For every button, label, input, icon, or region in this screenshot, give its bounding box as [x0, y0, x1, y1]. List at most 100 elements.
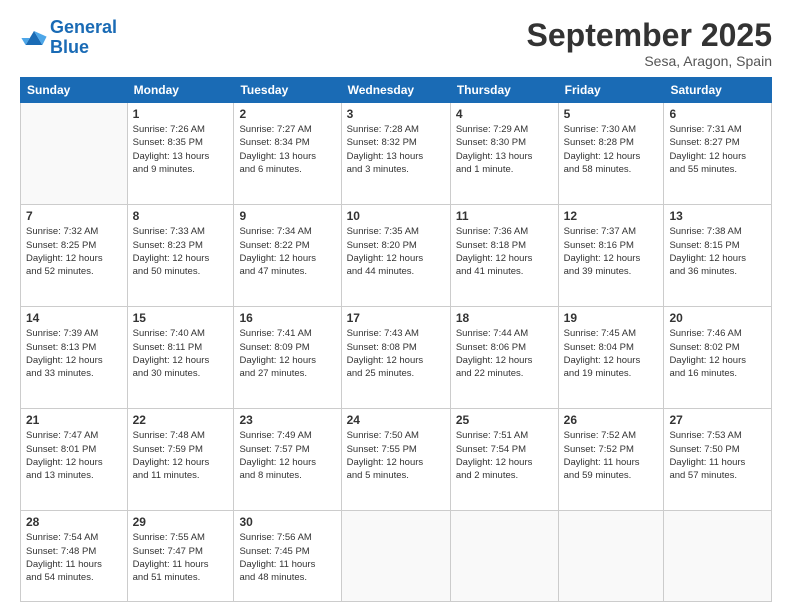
day-number: 2 [239, 107, 335, 121]
day-info: Sunrise: 7:39 AMSunset: 8:13 PMDaylight:… [26, 327, 122, 380]
day-number: 11 [456, 209, 553, 223]
day-number: 1 [133, 107, 229, 121]
calendar-cell: 6 Sunrise: 7:31 AMSunset: 8:27 PMDaylight… [664, 103, 772, 205]
day-info: Sunrise: 7:48 AMSunset: 7:59 PMDaylight:… [133, 429, 229, 482]
day-number: 25 [456, 413, 553, 427]
day-number: 20 [669, 311, 766, 325]
calendar-cell: 26 Sunrise: 7:52 AMSunset: 7:52 PMDayligh… [558, 409, 664, 511]
day-number: 22 [133, 413, 229, 427]
day-info: Sunrise: 7:34 AMSunset: 8:22 PMDaylight:… [239, 225, 335, 278]
calendar-cell: 22 Sunrise: 7:48 AMSunset: 7:59 PMDayligh… [127, 409, 234, 511]
day-number: 24 [347, 413, 445, 427]
day-info: Sunrise: 7:53 AMSunset: 7:50 PMDaylight:… [669, 429, 766, 482]
day-info: Sunrise: 7:40 AMSunset: 8:11 PMDaylight:… [133, 327, 229, 380]
logo-blue: Blue [50, 37, 89, 57]
day-info: Sunrise: 7:38 AMSunset: 8:15 PMDaylight:… [669, 225, 766, 278]
day-info: Sunrise: 7:35 AMSunset: 8:20 PMDaylight:… [347, 225, 445, 278]
day-info: Sunrise: 7:54 AMSunset: 7:48 PMDaylight:… [26, 531, 122, 584]
weekday-tuesday: Tuesday [234, 78, 341, 103]
calendar-cell: 20 Sunrise: 7:46 AMSunset: 8:02 PMDayligh… [664, 307, 772, 409]
day-number: 21 [26, 413, 122, 427]
day-info: Sunrise: 7:26 AMSunset: 8:35 PMDaylight:… [133, 123, 229, 176]
day-number: 10 [347, 209, 445, 223]
day-number: 16 [239, 311, 335, 325]
day-info: Sunrise: 7:33 AMSunset: 8:23 PMDaylight:… [133, 225, 229, 278]
calendar-cell: 7 Sunrise: 7:32 AMSunset: 8:25 PMDaylight… [21, 205, 128, 307]
calendar-cell [664, 511, 772, 602]
calendar-cell: 1 Sunrise: 7:26 AMSunset: 8:35 PMDaylight… [127, 103, 234, 205]
calendar-cell: 15Sunrise: 7:40 AMSunset: 8:11 PMDayligh… [127, 307, 234, 409]
logo: General Blue [20, 18, 117, 58]
week-row-0: 1 Sunrise: 7:26 AMSunset: 8:35 PMDaylight… [21, 103, 772, 205]
calendar-cell [450, 511, 558, 602]
calendar-cell: 16 Sunrise: 7:41 AMSunset: 8:09 PMDayligh… [234, 307, 341, 409]
calendar-cell: 23 Sunrise: 7:49 AMSunset: 7:57 PMDayligh… [234, 409, 341, 511]
week-row-1: 7 Sunrise: 7:32 AMSunset: 8:25 PMDaylight… [21, 205, 772, 307]
page: General Blue September 2025 Sesa, Aragon… [0, 0, 792, 612]
logo-general: General [50, 17, 117, 37]
day-number: 27 [669, 413, 766, 427]
day-info: Sunrise: 7:28 AMSunset: 8:32 PMDaylight:… [347, 123, 445, 176]
calendar-cell: 29 Sunrise: 7:55 AMSunset: 7:47 PMDayligh… [127, 511, 234, 602]
day-info: Sunrise: 7:41 AMSunset: 8:09 PMDaylight:… [239, 327, 335, 380]
day-info: Sunrise: 7:37 AMSunset: 8:16 PMDaylight:… [564, 225, 659, 278]
calendar-cell: 4 Sunrise: 7:29 AMSunset: 8:30 PMDaylight… [450, 103, 558, 205]
header: General Blue September 2025 Sesa, Aragon… [20, 18, 772, 69]
day-info: Sunrise: 7:45 AMSunset: 8:04 PMDaylight:… [564, 327, 659, 380]
day-info: Sunrise: 7:30 AMSunset: 8:28 PMDaylight:… [564, 123, 659, 176]
calendar-cell: 18Sunrise: 7:44 AMSunset: 8:06 PMDayligh… [450, 307, 558, 409]
day-number: 23 [239, 413, 335, 427]
day-number: 17 [347, 311, 445, 325]
calendar-cell: 27 Sunrise: 7:53 AMSunset: 7:50 PMDayligh… [664, 409, 772, 511]
day-info: Sunrise: 7:51 AMSunset: 7:54 PMDaylight:… [456, 429, 553, 482]
week-row-3: 21 Sunrise: 7:47 AMSunset: 8:01 PMDayligh… [21, 409, 772, 511]
day-info: Sunrise: 7:52 AMSunset: 7:52 PMDaylight:… [564, 429, 659, 482]
day-info: Sunrise: 7:31 AMSunset: 8:27 PMDaylight:… [669, 123, 766, 176]
weekday-friday: Friday [558, 78, 664, 103]
day-info: Sunrise: 7:36 AMSunset: 8:18 PMDaylight:… [456, 225, 553, 278]
month-title: September 2025 [527, 18, 772, 53]
title-block: September 2025 Sesa, Aragon, Spain [527, 18, 772, 69]
day-number: 7 [26, 209, 122, 223]
day-number: 6 [669, 107, 766, 121]
day-number: 30 [239, 515, 335, 529]
calendar-cell: 5 Sunrise: 7:30 AMSunset: 8:28 PMDaylight… [558, 103, 664, 205]
weekday-monday: Monday [127, 78, 234, 103]
day-number: 4 [456, 107, 553, 121]
calendar-cell: 24 Sunrise: 7:50 AMSunset: 7:55 PMDayligh… [341, 409, 450, 511]
day-info: Sunrise: 7:43 AMSunset: 8:08 PMDaylight:… [347, 327, 445, 380]
calendar-cell: 30Sunrise: 7:56 AMSunset: 7:45 PMDayligh… [234, 511, 341, 602]
calendar-cell: 19 Sunrise: 7:45 AMSunset: 8:04 PMDayligh… [558, 307, 664, 409]
day-number: 19 [564, 311, 659, 325]
calendar-cell: 11 Sunrise: 7:36 AMSunset: 8:18 PMDayligh… [450, 205, 558, 307]
weekday-wednesday: Wednesday [341, 78, 450, 103]
calendar-cell: 21 Sunrise: 7:47 AMSunset: 8:01 PMDayligh… [21, 409, 128, 511]
day-info: Sunrise: 7:46 AMSunset: 8:02 PMDaylight:… [669, 327, 766, 380]
day-number: 5 [564, 107, 659, 121]
day-info: Sunrise: 7:32 AMSunset: 8:25 PMDaylight:… [26, 225, 122, 278]
weekday-header-row: SundayMondayTuesdayWednesdayThursdayFrid… [21, 78, 772, 103]
day-info: Sunrise: 7:47 AMSunset: 8:01 PMDaylight:… [26, 429, 122, 482]
day-number: 14 [26, 311, 122, 325]
day-number: 26 [564, 413, 659, 427]
weekday-sunday: Sunday [21, 78, 128, 103]
calendar: SundayMondayTuesdayWednesdayThursdayFrid… [20, 77, 772, 602]
day-number: 12 [564, 209, 659, 223]
calendar-cell [558, 511, 664, 602]
calendar-cell: 12 Sunrise: 7:37 AMSunset: 8:16 PMDayligh… [558, 205, 664, 307]
day-number: 9 [239, 209, 335, 223]
day-info: Sunrise: 7:55 AMSunset: 7:47 PMDaylight:… [133, 531, 229, 584]
calendar-cell: 9 Sunrise: 7:34 AMSunset: 8:22 PMDaylight… [234, 205, 341, 307]
weekday-saturday: Saturday [664, 78, 772, 103]
calendar-cell: 28Sunrise: 7:54 AMSunset: 7:48 PMDayligh… [21, 511, 128, 602]
day-info: Sunrise: 7:29 AMSunset: 8:30 PMDaylight:… [456, 123, 553, 176]
day-number: 29 [133, 515, 229, 529]
calendar-cell: 10 Sunrise: 7:35 AMSunset: 8:20 PMDayligh… [341, 205, 450, 307]
day-info: Sunrise: 7:49 AMSunset: 7:57 PMDaylight:… [239, 429, 335, 482]
week-row-4: 28Sunrise: 7:54 AMSunset: 7:48 PMDayligh… [21, 511, 772, 602]
day-number: 8 [133, 209, 229, 223]
day-number: 18 [456, 311, 553, 325]
calendar-cell: 17 Sunrise: 7:43 AMSunset: 8:08 PMDayligh… [341, 307, 450, 409]
calendar-cell: 14 Sunrise: 7:39 AMSunset: 8:13 PMDayligh… [21, 307, 128, 409]
day-info: Sunrise: 7:50 AMSunset: 7:55 PMDaylight:… [347, 429, 445, 482]
